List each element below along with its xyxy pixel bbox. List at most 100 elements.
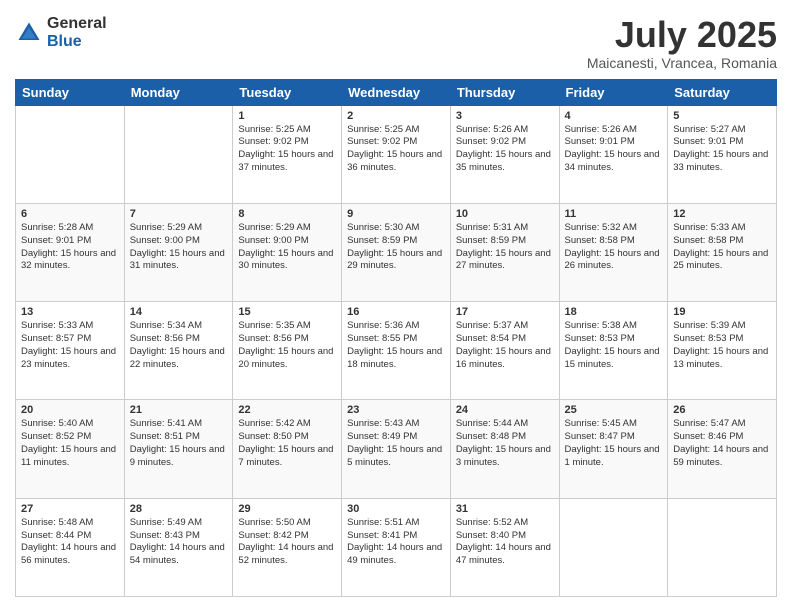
table-row: 31Sunrise: 5:52 AMSunset: 8:40 PMDayligh…	[450, 498, 559, 596]
col-tuesday: Tuesday	[233, 79, 342, 105]
cell-content: Daylight: 14 hours and 54 minutes.	[130, 542, 228, 568]
cell-content: Sunset: 9:02 PM	[347, 136, 445, 149]
cell-content: Daylight: 15 hours and 16 minutes.	[456, 346, 554, 372]
cell-content: Daylight: 14 hours and 52 minutes.	[238, 542, 336, 568]
cell-content: Sunset: 8:41 PM	[347, 530, 445, 543]
cell-content: Sunrise: 5:32 AM	[565, 222, 663, 235]
table-row: 21Sunrise: 5:41 AMSunset: 8:51 PMDayligh…	[124, 400, 233, 498]
table-row: 6Sunrise: 5:28 AMSunset: 9:01 PMDaylight…	[16, 203, 125, 301]
day-number: 26	[673, 404, 771, 416]
table-row: 4Sunrise: 5:26 AMSunset: 9:01 PMDaylight…	[559, 105, 668, 203]
cell-content: Sunset: 8:59 PM	[347, 235, 445, 248]
table-row: 17Sunrise: 5:37 AMSunset: 8:54 PMDayligh…	[450, 302, 559, 400]
day-number: 5	[673, 110, 771, 122]
day-number: 13	[21, 306, 119, 318]
cell-content: Sunset: 8:42 PM	[238, 530, 336, 543]
cell-content: Daylight: 15 hours and 9 minutes.	[130, 444, 228, 470]
cell-content: Daylight: 15 hours and 7 minutes.	[238, 444, 336, 470]
cell-content: Sunrise: 5:31 AM	[456, 222, 554, 235]
cell-content: Daylight: 15 hours and 31 minutes.	[130, 248, 228, 274]
table-row: 1Sunrise: 5:25 AMSunset: 9:02 PMDaylight…	[233, 105, 342, 203]
table-row: 11Sunrise: 5:32 AMSunset: 8:58 PMDayligh…	[559, 203, 668, 301]
cell-content: Daylight: 15 hours and 36 minutes.	[347, 149, 445, 175]
calendar-week-row: 13Sunrise: 5:33 AMSunset: 8:57 PMDayligh…	[16, 302, 777, 400]
day-number: 29	[238, 503, 336, 515]
col-friday: Friday	[559, 79, 668, 105]
cell-content: Daylight: 15 hours and 1 minute.	[565, 444, 663, 470]
calendar-week-row: 27Sunrise: 5:48 AMSunset: 8:44 PMDayligh…	[16, 498, 777, 596]
cell-content: Daylight: 15 hours and 33 minutes.	[673, 149, 771, 175]
day-number: 2	[347, 110, 445, 122]
logo-blue-text: Blue	[47, 33, 107, 51]
cell-content: Sunrise: 5:41 AM	[130, 418, 228, 431]
day-number: 4	[565, 110, 663, 122]
logo-icon	[15, 19, 43, 47]
col-monday: Monday	[124, 79, 233, 105]
cell-content: Sunrise: 5:48 AM	[21, 517, 119, 530]
cell-content: Sunset: 8:52 PM	[21, 431, 119, 444]
cell-content: Sunrise: 5:45 AM	[565, 418, 663, 431]
cell-content: Sunset: 8:56 PM	[238, 333, 336, 346]
cell-content: Sunset: 8:44 PM	[21, 530, 119, 543]
day-number: 28	[130, 503, 228, 515]
table-row: 29 Sunrise: 5:50 AMSunset: 8:42 PMDayligh…	[233, 498, 342, 596]
cell-content: Sunset: 8:54 PM	[456, 333, 554, 346]
table-row: 2Sunrise: 5:25 AMSunset: 9:02 PMDaylight…	[342, 105, 451, 203]
cell-content: Daylight: 15 hours and 5 minutes.	[347, 444, 445, 470]
day-number: 30	[347, 503, 445, 515]
cell-content: Sunrise: 5:47 AM	[673, 418, 771, 431]
cell-content: Sunrise: 5:29 AM	[238, 222, 336, 235]
cell-content: Sunrise: 5:44 AM	[456, 418, 554, 431]
day-number: 9	[347, 208, 445, 220]
table-row: 30Sunrise: 5:51 AMSunset: 8:41 PMDayligh…	[342, 498, 451, 596]
table-row: 14Sunrise: 5:34 AMSunset: 8:56 PMDayligh…	[124, 302, 233, 400]
cell-content: Sunset: 8:46 PM	[673, 431, 771, 444]
day-number: 22	[238, 404, 336, 416]
table-row: 15Sunrise: 5:35 AMSunset: 8:56 PMDayligh…	[233, 302, 342, 400]
table-row: 28Sunrise: 5:49 AMSunset: 8:43 PMDayligh…	[124, 498, 233, 596]
day-number: 23	[347, 404, 445, 416]
day-number: 11	[565, 208, 663, 220]
cell-content: Daylight: 14 hours and 56 minutes.	[21, 542, 119, 568]
day-number: 27	[21, 503, 119, 515]
title-block: July 2025 Maicanesti, Vrancea, Romania	[587, 15, 777, 71]
table-row: 27 Sunrise: 5:48 AMSunset: 8:44 PMDayligh…	[16, 498, 125, 596]
day-number: 31	[456, 503, 554, 515]
cell-content: Sunrise: 5:50 AM	[238, 517, 336, 530]
col-saturday: Saturday	[668, 79, 777, 105]
table-row: 9Sunrise: 5:30 AMSunset: 8:59 PMDaylight…	[342, 203, 451, 301]
cell-content: Daylight: 14 hours and 59 minutes.	[673, 444, 771, 470]
table-row: 7Sunrise: 5:29 AMSunset: 9:00 PMDaylight…	[124, 203, 233, 301]
table-row: 10Sunrise: 5:31 AMSunset: 8:59 PMDayligh…	[450, 203, 559, 301]
cell-content: Sunrise: 5:40 AM	[21, 418, 119, 431]
cell-content: Sunset: 9:02 PM	[238, 136, 336, 149]
table-row: 25Sunrise: 5:45 AMSunset: 8:47 PMDayligh…	[559, 400, 668, 498]
cell-content: Sunrise: 5:29 AM	[130, 222, 228, 235]
cell-content: Daylight: 15 hours and 37 minutes.	[238, 149, 336, 175]
cell-content: Daylight: 15 hours and 3 minutes.	[456, 444, 554, 470]
cell-content: Sunrise: 5:42 AM	[238, 418, 336, 431]
day-number: 20	[21, 404, 119, 416]
day-number: 24	[456, 404, 554, 416]
cell-content: Daylight: 15 hours and 34 minutes.	[565, 149, 663, 175]
cell-content: Daylight: 14 hours and 47 minutes.	[456, 542, 554, 568]
calendar-week-row: 20Sunrise: 5:40 AMSunset: 8:52 PMDayligh…	[16, 400, 777, 498]
page: General Blue July 2025 Maicanesti, Vranc…	[0, 0, 792, 612]
cell-content: Sunset: 9:00 PM	[238, 235, 336, 248]
cell-content: Sunset: 8:56 PM	[130, 333, 228, 346]
cell-content: Sunset: 8:58 PM	[565, 235, 663, 248]
cell-content: Daylight: 15 hours and 11 minutes.	[21, 444, 119, 470]
logo: General Blue	[15, 15, 107, 50]
calendar-week-row: 1Sunrise: 5:25 AMSunset: 9:02 PMDaylight…	[16, 105, 777, 203]
cell-content: Sunset: 8:47 PM	[565, 431, 663, 444]
day-number: 6	[21, 208, 119, 220]
table-row: 16Sunrise: 5:36 AMSunset: 8:55 PMDayligh…	[342, 302, 451, 400]
cell-content: Sunset: 8:57 PM	[21, 333, 119, 346]
cell-content: Sunset: 8:53 PM	[673, 333, 771, 346]
day-number: 1	[238, 110, 336, 122]
table-row	[559, 498, 668, 596]
table-row	[16, 105, 125, 203]
cell-content: Daylight: 15 hours and 27 minutes.	[456, 248, 554, 274]
cell-content: Sunrise: 5:38 AM	[565, 320, 663, 333]
calendar-header-row: Sunday Monday Tuesday Wednesday Thursday…	[16, 79, 777, 105]
